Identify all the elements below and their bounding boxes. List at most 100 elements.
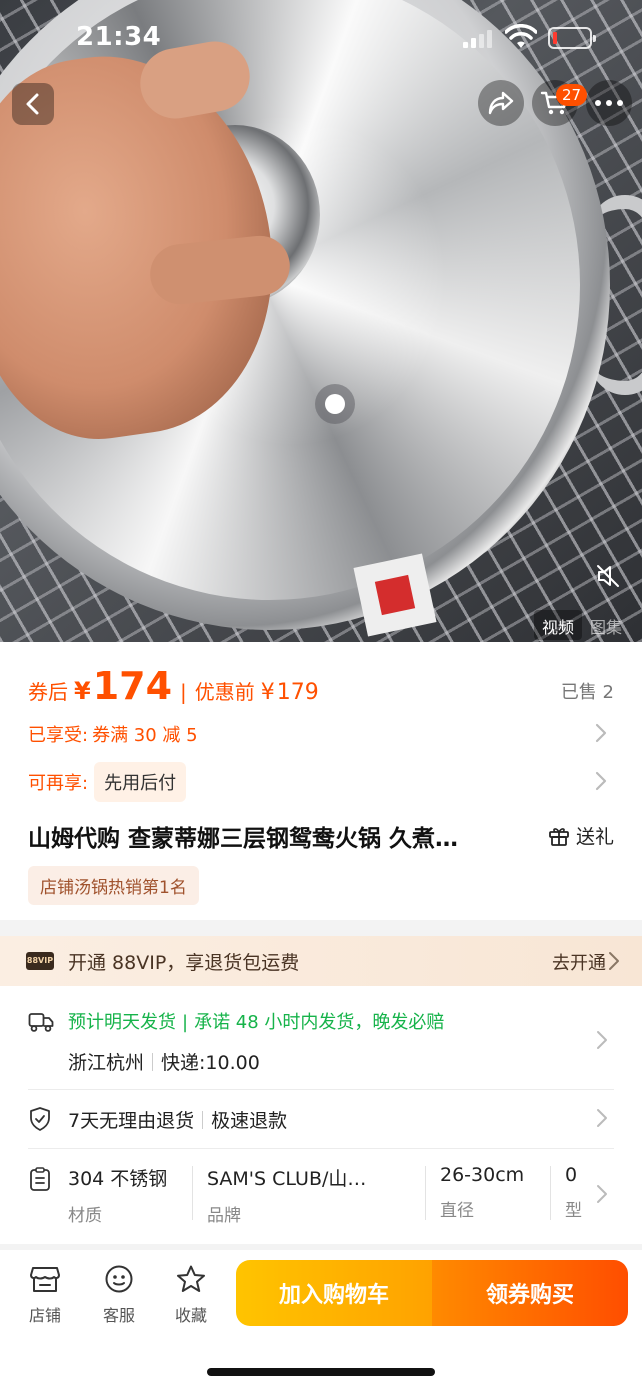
- fast-refund: 极速退款: [211, 1110, 288, 1132]
- product-params[interactable]: 304 不锈钢 材质 SAM'S CLUB/山… 品牌 26-30cm 直径 0…: [68, 1164, 588, 1224]
- tab-gallery[interactable]: 图集: [582, 610, 630, 640]
- shipping-origin: 浙江杭州: [68, 1052, 145, 1074]
- shipping-origin-row: 浙江杭州 快递:10.00: [68, 1048, 260, 1075]
- shipping-estimate: 预计明天发货: [68, 1012, 176, 1033]
- tab-video[interactable]: 视频: [534, 610, 583, 640]
- param-value: 0: [565, 1164, 578, 1186]
- shipping-estimate-row: 预计明天发货 | 承诺 48 小时内发货，晚发必赔: [68, 1008, 444, 1034]
- divider: [425, 1166, 426, 1220]
- shipping-fee: 10.00: [205, 1052, 260, 1074]
- product-video[interactable]: 21:34 27 视频 图集: [0, 0, 642, 642]
- currency-symbol: ¥: [74, 677, 91, 705]
- rank-tag[interactable]: 店铺汤锅热销第1名: [28, 866, 199, 905]
- enjoyed-promotion-row[interactable]: 已享受: 券满 30 减 5: [28, 714, 614, 754]
- chevron-right-icon[interactable]: [596, 1184, 608, 1204]
- product-title: 山姆代购 查蒙蒂娜三层钢鸳鸯火锅 久煮…: [28, 826, 459, 852]
- param-material: 304 不锈钢 材质: [68, 1164, 167, 1224]
- more-promotion-row[interactable]: 可再享: 先用后付: [28, 762, 614, 802]
- status-time: 21:34: [76, 22, 162, 52]
- more-label: 可再享:: [28, 773, 89, 794]
- separator: [202, 1111, 204, 1129]
- param-diameter: 26-30cm 直径: [440, 1164, 524, 1221]
- chevron-right-icon: [595, 771, 607, 791]
- more-button[interactable]: [586, 80, 632, 126]
- product-detail-page: 21:34 27 视频 图集 券后 ¥ 174 | 优惠前 ¥ 179 已售 2…: [0, 0, 642, 1389]
- service-row[interactable]: 7天无理由退货 极速退款: [68, 1106, 287, 1133]
- after-coupon-label: 券后: [28, 680, 68, 704]
- steam-hole: [325, 394, 345, 414]
- separator: |: [182, 1012, 189, 1033]
- shield-check-icon: [30, 1107, 50, 1131]
- send-gift-button[interactable]: 送礼: [548, 822, 614, 849]
- separator: [152, 1053, 154, 1071]
- star-icon: [177, 1265, 205, 1292]
- shipping-promise: 承诺 48 小时内发货，晚发必赔: [194, 1012, 445, 1033]
- status-bar: 21:34: [0, 0, 642, 70]
- gift-icon: [549, 827, 569, 846]
- divider: [550, 1166, 551, 1220]
- signal-icon: [463, 30, 493, 48]
- share-icon: [488, 91, 514, 115]
- share-button[interactable]: [478, 80, 524, 126]
- param-key: 型: [565, 1201, 582, 1221]
- customer-service-label: 客服: [102, 1306, 135, 1325]
- param-key: 直径: [440, 1201, 474, 1221]
- media-tabs: 视频 图集: [534, 610, 630, 640]
- chevron-right-icon[interactable]: [596, 1030, 608, 1050]
- vip-badge-icon: 88VIP: [26, 952, 54, 970]
- price-divider: |: [180, 680, 187, 704]
- truck-icon: [28, 1013, 54, 1032]
- cart-count-badge: 27: [556, 84, 588, 106]
- vip-text: 开通 88VIP，享退货包运费: [68, 951, 300, 974]
- product-info-card: 券后 ¥ 174 | 优惠前 ¥ 179 已售 2 已享受: 券满 30 减 5…: [0, 642, 642, 920]
- mute-button[interactable]: [588, 556, 628, 596]
- favorite-button[interactable]: 收藏: [164, 1264, 218, 1326]
- enjoyed-label: 已享受:: [28, 725, 89, 746]
- vip-banner[interactable]: 88VIP 开通 88VIP，享退货包运费 去开通: [0, 936, 642, 986]
- divider: [28, 1089, 614, 1090]
- chevron-right-icon: [595, 723, 607, 743]
- vip-open-link[interactable]: 去开通: [552, 949, 606, 975]
- divider: [192, 1166, 193, 1220]
- currency-symbol: ¥: [260, 680, 275, 705]
- after-coupon-price: 174: [92, 664, 173, 708]
- mute-icon: [597, 565, 619, 587]
- back-button[interactable]: [12, 83, 54, 125]
- store-icon: [30, 1267, 60, 1292]
- param-value: 26-30cm: [440, 1164, 525, 1186]
- customer-service-button[interactable]: 客服: [92, 1264, 146, 1326]
- battery-icon: [548, 27, 596, 49]
- favorite-label: 收藏: [174, 1306, 207, 1325]
- price-row: 券后 ¥ 174 | 优惠前 ¥ 179: [28, 664, 319, 714]
- param-value: SAM'S CLUB/山…: [207, 1168, 367, 1190]
- divider: [28, 1148, 614, 1149]
- param-type: 0 型: [565, 1164, 582, 1221]
- param-key: 品牌: [207, 1206, 241, 1224]
- chevron-right-icon[interactable]: [596, 1108, 608, 1128]
- brand-tag: [353, 553, 437, 637]
- chevron-right-icon: [609, 952, 619, 970]
- more-dots-icon: [595, 100, 623, 106]
- home-indicator[interactable]: [207, 1368, 435, 1376]
- add-to-cart-button[interactable]: 加入购物车: [236, 1260, 432, 1326]
- chevron-left-icon: [26, 93, 39, 115]
- return-policy: 7天无理由退货: [68, 1110, 195, 1132]
- before-discount-label: 优惠前: [194, 680, 255, 704]
- pay-later-tag: 先用后付: [94, 762, 187, 802]
- wifi-icon: [505, 24, 537, 48]
- store-button[interactable]: 店铺: [18, 1264, 72, 1326]
- purchase-actions: 加入购物车 领券购买: [236, 1260, 628, 1326]
- param-value: 304 不锈钢: [68, 1168, 168, 1190]
- param-key: 材质: [68, 1206, 102, 1224]
- store-label: 店铺: [28, 1306, 61, 1325]
- param-brand: SAM'S CLUB/山… 品牌: [207, 1164, 366, 1224]
- enjoyed-value: 券满 30 减 5: [92, 725, 198, 746]
- shipping-fee-label: 快递:: [161, 1052, 206, 1074]
- clipboard-icon: [30, 1167, 50, 1191]
- gift-label: 送礼: [576, 826, 615, 848]
- chat-face-icon: [105, 1265, 133, 1293]
- sold-count: 已售 2: [560, 682, 614, 703]
- buy-with-coupon-button[interactable]: 领券购买: [432, 1260, 628, 1326]
- before-discount-price: 179: [276, 680, 319, 705]
- detail-block: 预计明天发货 | 承诺 48 小时内发货，晚发必赔 浙江杭州 快递:10.00 7天无…: [0, 986, 642, 1244]
